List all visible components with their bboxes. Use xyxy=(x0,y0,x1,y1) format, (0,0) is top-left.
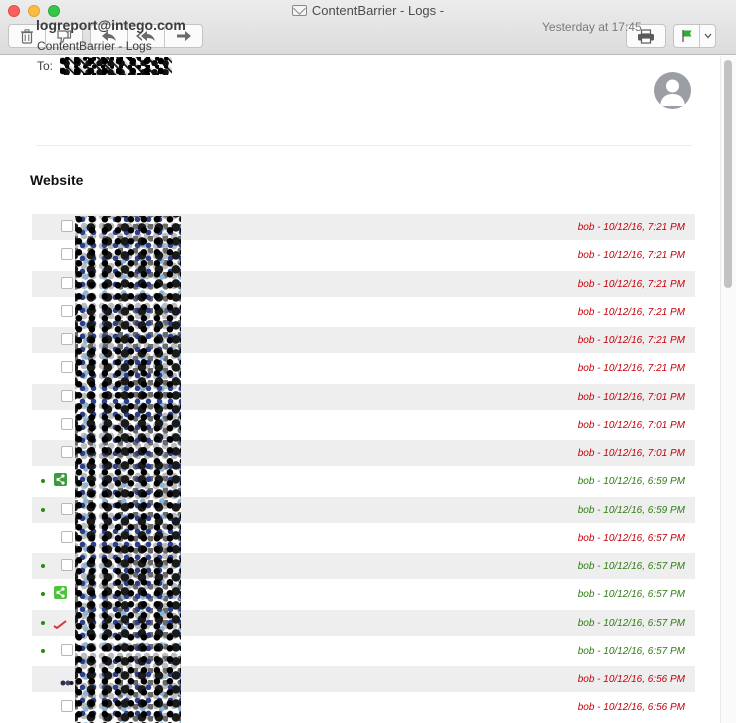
share-icon xyxy=(54,473,67,486)
log-entry-user-time: bob - 10/12/16, 6:57 PM xyxy=(577,561,685,572)
log-entry-user-time: bob - 10/12/16, 7:21 PM xyxy=(577,250,685,261)
envelope-icon xyxy=(291,5,307,16)
mail-window: ContentBarrier - Logs - logreport@intego… xyxy=(0,0,736,723)
header-divider xyxy=(36,145,692,146)
row-checkbox[interactable] xyxy=(61,277,73,289)
log-entry-user-time: bob - 10/12/16, 7:21 PM xyxy=(577,222,685,233)
row-checkbox[interactable] xyxy=(61,361,73,373)
window-title-text: ContentBarrier - Logs - xyxy=(311,3,445,18)
flag-icon xyxy=(681,30,691,42)
flag-group xyxy=(673,24,716,48)
row-checkbox[interactable] xyxy=(61,644,73,656)
status-bullet xyxy=(41,621,45,625)
dots-icon xyxy=(60,674,74,686)
log-entry-user-time: bob - 10/12/16, 7:21 PM xyxy=(577,307,685,318)
message-subject: ContentBarrier - Logs xyxy=(37,39,152,53)
redacted-urls xyxy=(75,216,181,723)
row-checkbox[interactable] xyxy=(61,700,73,712)
chevron-down-icon xyxy=(704,33,711,39)
avatar xyxy=(654,72,691,109)
row-checkbox[interactable] xyxy=(61,446,73,458)
log-entry-user-time: bob - 10/12/16, 7:21 PM xyxy=(577,335,685,346)
log-entry-user-time: bob - 10/12/16, 6:57 PM xyxy=(577,589,685,600)
section-title: Website xyxy=(30,172,84,188)
row-checkbox[interactable] xyxy=(61,220,73,232)
log-entry-user-time: bob - 10/12/16, 7:01 PM xyxy=(577,420,685,431)
row-checkbox[interactable] xyxy=(61,305,73,317)
window-title: ContentBarrier - Logs - xyxy=(0,3,736,18)
to-label: To: xyxy=(37,59,54,73)
row-checkbox[interactable] xyxy=(61,531,73,543)
log-entry-user-time: bob - 10/12/16, 6:59 PM xyxy=(577,476,685,487)
scrollbar-thumb[interactable] xyxy=(724,60,732,288)
share-icon xyxy=(54,586,67,599)
log-entry-user-time: bob - 10/12/16, 6:57 PM xyxy=(577,618,685,629)
log-entry-user-time: bob - 10/12/16, 7:21 PM xyxy=(577,279,685,290)
log-entry-user-time: bob - 10/12/16, 6:57 PM xyxy=(577,646,685,657)
row-checkbox[interactable] xyxy=(61,333,73,345)
row-checkbox[interactable] xyxy=(61,390,73,402)
row-checkbox[interactable] xyxy=(61,559,73,571)
redacted-recipient xyxy=(60,57,172,75)
check-icon xyxy=(53,616,67,630)
status-bullet xyxy=(41,592,45,596)
log-entry-user-time: bob - 10/12/16, 6:56 PM xyxy=(577,702,685,713)
flag-button[interactable] xyxy=(674,25,700,47)
row-checkbox[interactable] xyxy=(61,248,73,260)
status-bullet xyxy=(41,649,45,653)
trash-icon xyxy=(20,28,33,44)
sender-address[interactable]: logreport@intego.com xyxy=(36,17,186,33)
status-bullet xyxy=(41,479,45,483)
log-entry-user-time: bob - 10/12/16, 7:01 PM xyxy=(577,448,685,459)
status-bullet xyxy=(41,564,45,568)
person-icon xyxy=(660,79,685,106)
log-entry-user-time: bob - 10/12/16, 7:21 PM xyxy=(577,363,685,374)
row-checkbox[interactable] xyxy=(61,418,73,430)
row-checkbox[interactable] xyxy=(61,503,73,515)
status-bullet xyxy=(41,508,45,512)
flag-menu-button[interactable] xyxy=(700,25,715,47)
log-entry-user-time: bob - 10/12/16, 6:57 PM xyxy=(577,533,685,544)
log-entry-user-time: bob - 10/12/16, 6:56 PM xyxy=(577,674,685,685)
log-entry-user-time: bob - 10/12/16, 6:59 PM xyxy=(577,505,685,516)
message-date: Yesterday at 17:45 xyxy=(542,20,642,34)
log-entry-user-time: bob - 10/12/16, 7:01 PM xyxy=(577,392,685,403)
